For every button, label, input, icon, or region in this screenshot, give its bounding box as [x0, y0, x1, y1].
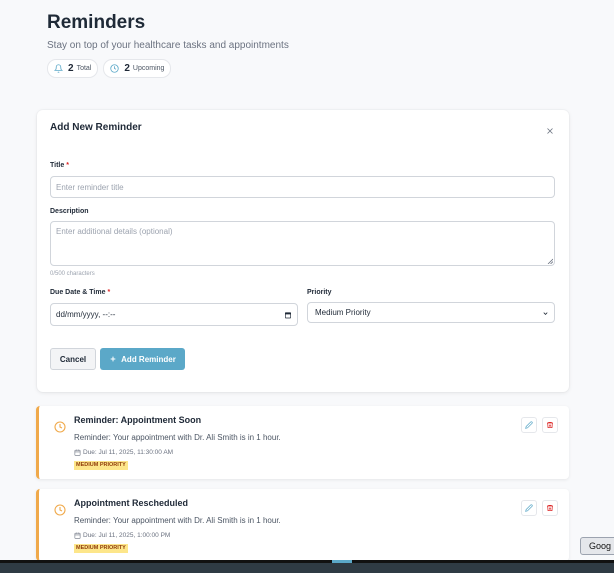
google-translate-button[interactable]: Goog — [580, 537, 614, 555]
edit-button[interactable] — [521, 417, 537, 433]
priority-badge: MEDIUM PRIORITY — [74, 461, 128, 470]
upcoming-label: Upcoming — [132, 65, 165, 72]
due-datetime-input[interactable]: dd/mm/yyyy, --:-- — [50, 303, 298, 326]
plus-icon — [110, 356, 116, 362]
calendar-icon — [74, 449, 81, 456]
taskbar-edge — [0, 560, 614, 563]
char-counter: 0/500 characters — [50, 271, 95, 277]
reminder-due: Due: Jul 11, 2025, 11:30:00 AM — [74, 449, 173, 456]
add-reminder-form: Add New Reminder Title * Enter reminder t… — [37, 110, 569, 392]
upcoming-badge: 2 Upcoming — [103, 59, 172, 78]
resize-handle-icon[interactable] — [547, 258, 553, 264]
due-label: Due Date & Time * — [50, 289, 110, 296]
close-icon — [547, 128, 553, 134]
calendar-icon — [74, 532, 81, 539]
reminder-title: Appointment Rescheduled — [74, 498, 189, 508]
reminder-title: Reminder: Appointment Soon — [74, 415, 202, 425]
required-mark: * — [66, 162, 69, 169]
reminder-card: Appointment Rescheduled Reminder: Your a… — [36, 489, 569, 561]
pencil-icon — [525, 421, 533, 429]
total-badge: 2 Total — [47, 59, 99, 78]
form-heading: Add New Reminder — [50, 122, 142, 133]
reminder-description: Reminder: Your appointment with Dr. Ali … — [74, 433, 281, 442]
priority-select[interactable]: Medium Priority — [307, 302, 555, 323]
reminder-due-text: Due: Jul 11, 2025, 11:30:00 AM — [83, 449, 174, 456]
page-subtitle: Stay on top of your healthcare tasks and… — [47, 40, 289, 51]
reminder-due: Due: Jul 11, 2025, 1:00:00 PM — [74, 532, 170, 539]
description-placeholder: Enter additional details (optional) — [56, 227, 173, 236]
cancel-button[interactable]: Cancel — [50, 348, 96, 370]
priority-value: Medium Priority — [315, 308, 371, 317]
close-form-button[interactable] — [545, 123, 555, 134]
clock-icon — [54, 504, 66, 516]
trash-icon — [547, 504, 553, 512]
page-title: Reminders — [47, 12, 146, 33]
page-header: Reminders Stay on top of your healthcare… — [47, 12, 289, 51]
calendar-picker-icon[interactable] — [284, 311, 292, 319]
edit-button[interactable] — [521, 500, 537, 516]
delete-button[interactable] — [542, 500, 558, 516]
clock-icon — [54, 421, 66, 433]
required-mark: * — [107, 289, 111, 296]
total-label: Total — [76, 65, 92, 72]
trash-icon — [547, 421, 553, 429]
due-value: dd/mm/yyyy, --:-- — [56, 310, 116, 319]
taskbar-active-indicator — [332, 560, 352, 563]
add-reminder-button[interactable]: Add Reminder — [100, 348, 185, 370]
title-label: Title * — [50, 162, 69, 169]
total-count: 2 — [68, 63, 74, 74]
clock-icon — [110, 64, 120, 73]
reminder-card: Reminder: Appointment Soon Reminder: You… — [36, 406, 569, 479]
description-textarea[interactable]: Enter additional details (optional) — [50, 221, 555, 266]
title-input[interactable]: Enter reminder title — [50, 176, 555, 198]
due-label-text: Due Date & Time — [50, 289, 106, 296]
description-label: Description — [50, 208, 89, 215]
upcoming-count: 2 — [124, 63, 130, 74]
bell-icon — [54, 64, 63, 73]
reminder-description: Reminder: Your appointment with Dr. Ali … — [74, 516, 281, 525]
add-reminder-label: Add Reminder — [121, 354, 176, 364]
stats-bar: 2 Total 2 Upcoming — [47, 59, 172, 78]
chevron-down-icon — [543, 312, 548, 315]
pencil-icon — [525, 504, 533, 512]
delete-button[interactable] — [542, 417, 558, 433]
reminder-due-text: Due: Jul 11, 2025, 1:00:00 PM — [83, 532, 171, 539]
title-label-text: Title — [50, 162, 65, 169]
priority-badge: MEDIUM PRIORITY — [74, 544, 128, 553]
priority-label: Priority — [307, 289, 332, 296]
